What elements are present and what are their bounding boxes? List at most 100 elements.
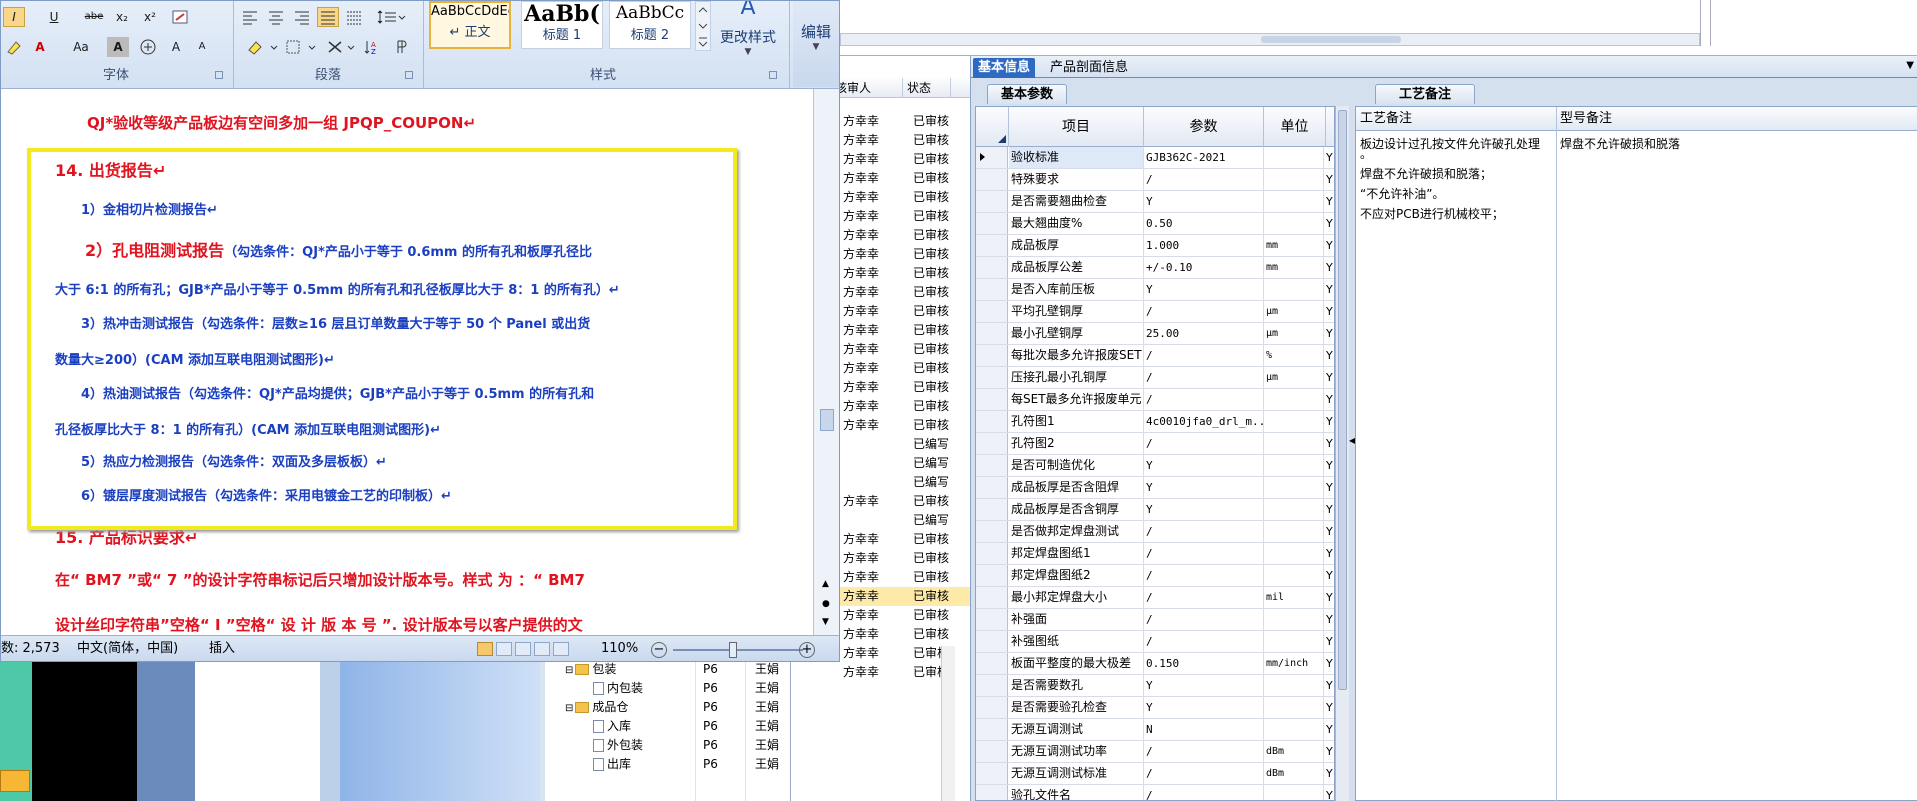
zoom-slider-thumb[interactable] [729, 642, 737, 658]
header-status[interactable]: 状态 [903, 78, 951, 98]
param-row[interactable]: 孔符图2/ Y [976, 433, 1334, 455]
param-value-cell[interactable]: Y [1144, 675, 1264, 696]
reading-layout-icon[interactable] [496, 642, 512, 656]
param-value-cell[interactable]: Y [1144, 279, 1264, 300]
collapse-icon[interactable]: ⊟ [565, 703, 573, 714]
param-row[interactable]: 验孔文件名 / Y [976, 785, 1334, 800]
word-count[interactable]: 数: 2,573 [1, 636, 60, 661]
scrollbar-thumb[interactable] [820, 409, 834, 431]
language-indicator[interactable]: 中文(简体，中国) [77, 636, 178, 661]
row-indicator[interactable] [976, 323, 1008, 344]
zoom-out-icon[interactable]: − [651, 642, 667, 658]
paragraph-dialog-launcher-icon[interactable] [405, 71, 413, 79]
row-indicator[interactable] [976, 741, 1008, 762]
justify-icon[interactable] [317, 7, 339, 27]
align-center-icon[interactable] [265, 7, 287, 27]
param-value-cell[interactable]: / [1144, 565, 1264, 586]
style-heading-2[interactable]: AaBbCc 标题 2 [609, 1, 691, 49]
row-indicator[interactable] [976, 257, 1008, 278]
param-value-cell[interactable]: 1.000 [1144, 235, 1264, 256]
row-indicator[interactable] [976, 191, 1008, 212]
row-indicator[interactable] [976, 653, 1008, 674]
param-row[interactable]: 是否入库前压板 Y Y [976, 279, 1334, 301]
param-value-cell[interactable]: / [1144, 543, 1264, 564]
param-value-cell[interactable]: Y [1144, 477, 1264, 498]
row-indicator[interactable] [976, 587, 1008, 608]
row-indicator[interactable] [976, 499, 1008, 520]
prev-page-icon[interactable]: ▲ [822, 579, 829, 589]
vertical-scrollbar[interactable] [941, 646, 955, 801]
tree-node[interactable]: 出库 [593, 755, 631, 774]
header-model-note[interactable]: 型号备注 [1560, 107, 1612, 131]
tab-section-info[interactable]: 产品剖面信息 [1045, 58, 1133, 78]
align-left-icon[interactable] [239, 7, 261, 27]
insert-mode[interactable]: 插入 [209, 636, 235, 661]
row-indicator[interactable] [976, 411, 1008, 432]
param-row[interactable]: 每SET最多允许报废单元 / Y [976, 389, 1334, 411]
row-indicator[interactable] [976, 675, 1008, 696]
scrollbar-thumb[interactable] [1338, 110, 1347, 690]
param-value-cell[interactable]: / [1144, 785, 1264, 800]
param-value-cell[interactable]: N [1144, 719, 1264, 740]
superscript-button[interactable]: x² [139, 7, 161, 27]
row-indicator[interactable] [976, 785, 1008, 800]
tab-basic-info[interactable]: 基本信息 [973, 58, 1036, 78]
web-layout-icon[interactable] [515, 642, 531, 656]
param-value-cell[interactable]: / [1144, 609, 1264, 630]
row-indicator[interactable] [976, 543, 1008, 564]
row-indicator[interactable] [976, 455, 1008, 476]
param-row[interactable]: 是否需要数孔 Y Y [976, 675, 1334, 697]
param-row[interactable]: 最小邦定焊盘大小 / mil Y [976, 587, 1334, 609]
param-value-cell[interactable]: Y [1144, 191, 1264, 212]
param-value-cell[interactable]: 0.150 [1144, 653, 1264, 674]
styles-scroll-icon[interactable] [695, 1, 711, 51]
row-indicator[interactable] [976, 697, 1008, 718]
borders-icon[interactable] [283, 37, 317, 57]
row-indicator[interactable] [976, 367, 1008, 388]
browse-object-icon[interactable]: ● [822, 599, 830, 609]
print-layout-icon[interactable] [477, 642, 493, 656]
tree-node[interactable]: 外包装 [593, 736, 643, 755]
underline-button[interactable]: U [43, 7, 65, 27]
align-right-icon[interactable] [291, 7, 313, 27]
clear-format-icon[interactable] [169, 7, 191, 27]
line-spacing-icon[interactable] [375, 7, 407, 27]
param-value-cell[interactable]: +/-0.10 [1144, 257, 1264, 278]
panel-dropdown-icon[interactable]: ▼ [1906, 60, 1914, 71]
param-row[interactable]: 验收标准 GJB362C-2021 Y [976, 147, 1334, 169]
sort-icon[interactable]: AZ [361, 37, 383, 57]
param-value-cell[interactable]: Y [1144, 697, 1264, 718]
param-value-cell[interactable]: / [1144, 631, 1264, 652]
param-row[interactable]: 补强图纸 / Y [976, 631, 1334, 653]
param-row[interactable]: 无源互调测试 N Y [976, 719, 1334, 741]
param-value-cell[interactable]: / [1144, 433, 1264, 454]
row-indicator[interactable] [976, 521, 1008, 542]
param-value-cell[interactable]: / [1144, 763, 1264, 784]
next-page-icon[interactable]: ▼ [822, 617, 829, 627]
param-value-cell[interactable]: / [1144, 521, 1264, 542]
param-row[interactable]: 成品板厚是否含阻焊 Y Y [976, 477, 1334, 499]
subscript-button[interactable]: x₂ [111, 7, 133, 27]
param-row[interactable]: 无源互调测试标准 / dBm Y [976, 763, 1334, 785]
header-item[interactable]: 项目 [1009, 107, 1144, 147]
header-reviewer[interactable]: 核审人 [831, 78, 903, 98]
zoom-slider[interactable] [673, 649, 803, 651]
row-indicator[interactable] [976, 213, 1008, 234]
row-indicator[interactable] [976, 235, 1008, 256]
row-indicator[interactable] [976, 763, 1008, 784]
param-row[interactable]: 成品板厚公差 +/-0.10 mm Y [976, 257, 1334, 279]
param-value-cell[interactable]: 25.00 [1144, 323, 1264, 344]
tree-node[interactable]: ⊟ 成品仓 [565, 698, 628, 717]
show-marks-icon[interactable] [389, 37, 411, 57]
change-case-button[interactable]: Aa [67, 37, 95, 57]
tree-node[interactable]: 内包装 [593, 679, 643, 698]
draft-icon[interactable] [553, 642, 569, 656]
row-indicator[interactable] [976, 631, 1008, 652]
subtab-process-notes[interactable]: 工艺备注 [1375, 84, 1475, 104]
param-row[interactable]: 特殊要求 / Y [976, 169, 1334, 191]
scrollbar-thumb[interactable] [1261, 36, 1401, 43]
styles-dialog-launcher-icon[interactable] [769, 71, 777, 79]
distribute-icon[interactable] [343, 7, 365, 27]
shrink-font-button[interactable]: A [191, 37, 213, 57]
param-row[interactable]: 板面平整度的最大极差 0.150 mm/inch Y [976, 653, 1334, 675]
